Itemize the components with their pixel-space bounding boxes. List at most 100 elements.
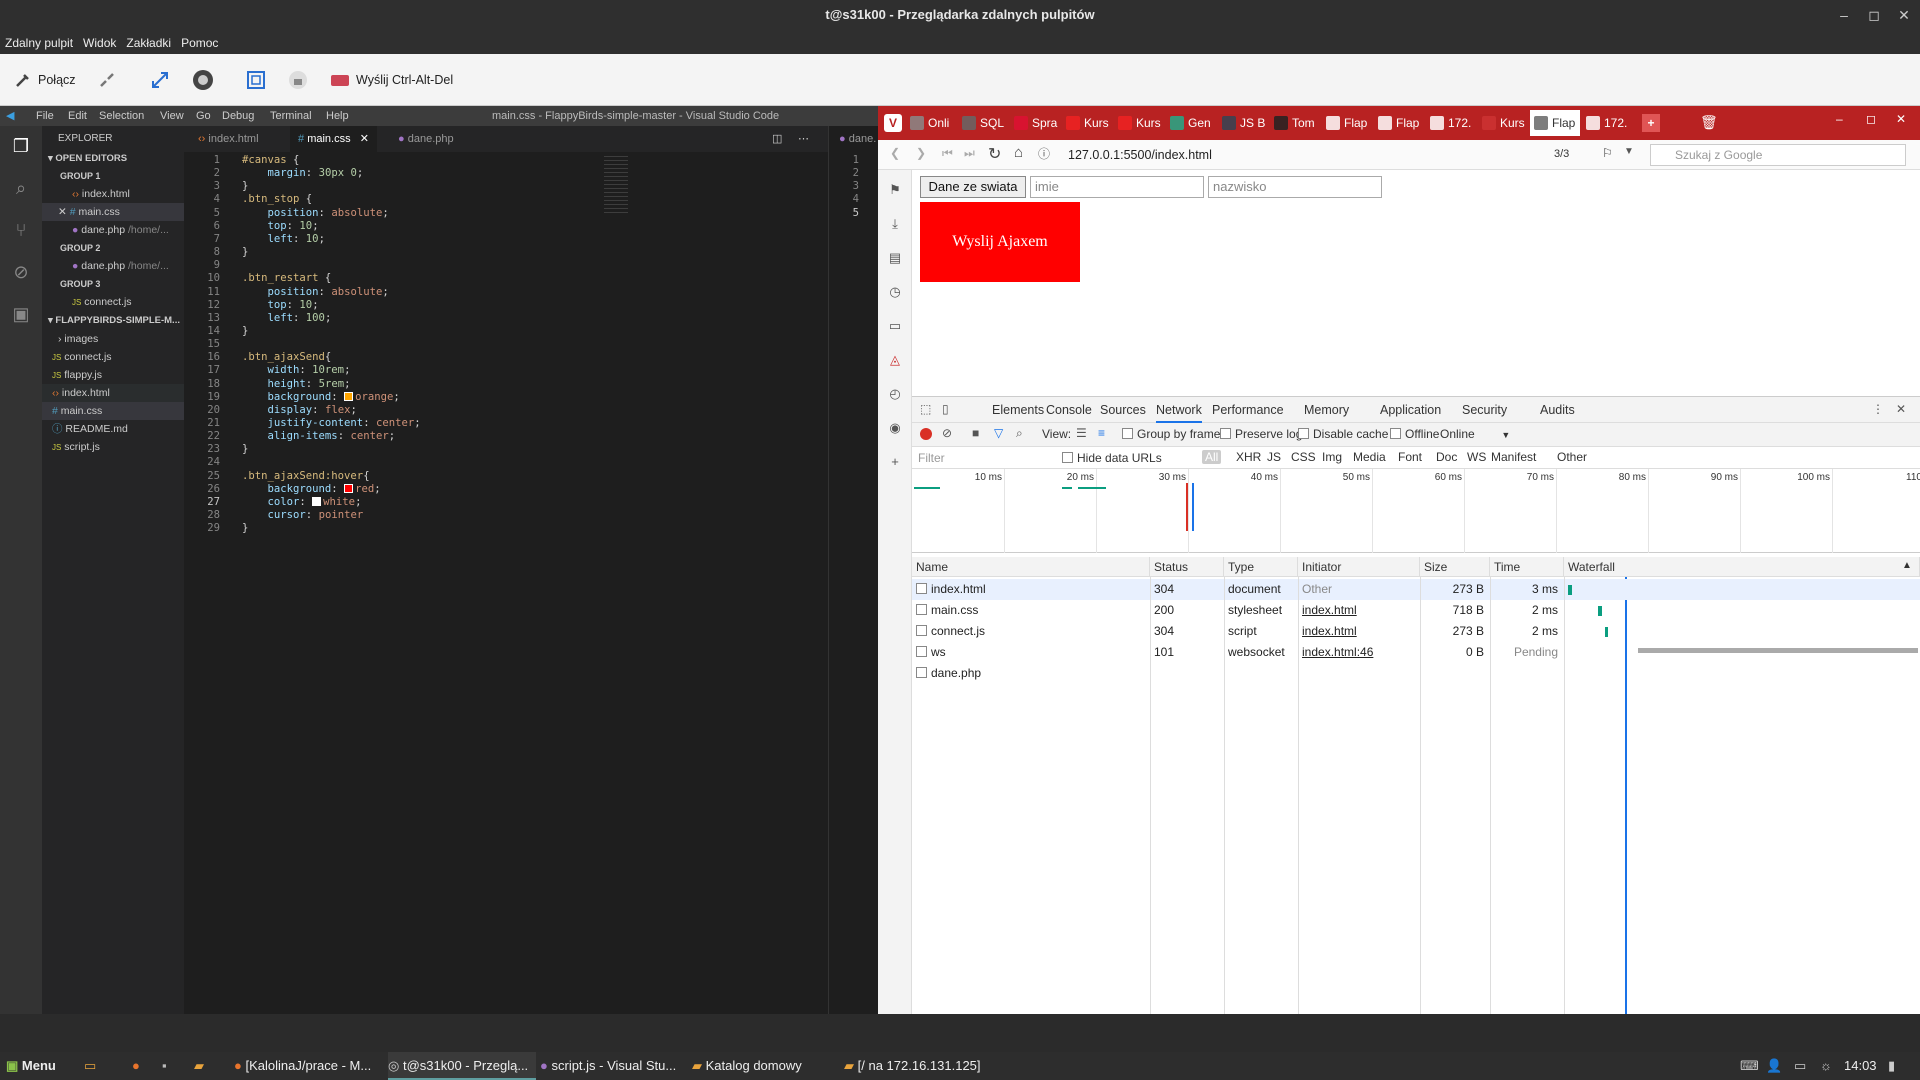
menu-remote-desktop[interactable]: Zdalny pulpit	[5, 36, 73, 50]
code-line[interactable]: position: absolute;	[242, 207, 389, 219]
column-header-size[interactable]: Size	[1420, 557, 1490, 577]
firefox-icon[interactable]: ●	[132, 1052, 140, 1080]
source-control-icon[interactable]: ⑂	[9, 218, 33, 242]
minimize-icon[interactable]: –	[1836, 112, 1843, 126]
filter-type-ws[interactable]: WS	[1464, 450, 1489, 464]
home-icon[interactable]: ⌂	[1014, 144, 1023, 161]
address-bar[interactable]: 127.0.0.1:5500/index.html	[1068, 144, 1523, 166]
browser-tab[interactable]: Flap	[1322, 110, 1372, 136]
code-line[interactable]: }	[242, 180, 248, 192]
close-icon[interactable]: ✕	[1889, 0, 1919, 30]
open-editors-section[interactable]: ▾ OPEN EDITORS	[42, 150, 184, 168]
filter-type-manifest[interactable]: Manifest	[1488, 450, 1539, 464]
browser-tab[interactable]: Spra	[1010, 110, 1060, 136]
taskbar-item[interactable]: ● [KalolinaJ/prace - M...	[234, 1052, 386, 1080]
taskbar-item[interactable]: ▰ Katalog domowy	[692, 1052, 840, 1080]
code-line[interactable]: .btn_stop {	[242, 193, 312, 205]
vs-menu-go[interactable]: Go	[196, 106, 211, 126]
brightness-tray-icon[interactable]: ☼	[1820, 1052, 1832, 1080]
imie-input[interactable]: imie	[1030, 176, 1204, 198]
terminal-icon[interactable]: ▪	[162, 1052, 167, 1080]
tab-elements[interactable]: Elements	[992, 397, 1044, 423]
record-button[interactable]	[192, 54, 214, 106]
browser-tab[interactable]: Tom	[1270, 110, 1320, 136]
vs-menu-file[interactable]: File	[36, 106, 54, 126]
files-icon[interactable]: ❐	[9, 134, 33, 158]
minimize-icon[interactable]: –	[1829, 0, 1859, 30]
search-input[interactable]: Szukaj z Google	[1650, 144, 1906, 166]
code-line[interactable]: cursor: pointer	[242, 509, 364, 521]
browser-tab[interactable]: SQL	[958, 110, 1008, 136]
file-item[interactable]: JS script.js	[42, 438, 184, 456]
split-editor-icon[interactable]: ◫	[764, 126, 790, 152]
dane-ze-swiata-button[interactable]: Dane ze swiata	[920, 176, 1026, 198]
offline-checkbox[interactable]: Offline	[1390, 427, 1439, 441]
bookmark-icon[interactable]: ⚐	[1602, 146, 1613, 160]
open-editor-item[interactable]: ‹› index.html	[42, 185, 184, 203]
filter-type-media[interactable]: Media	[1350, 450, 1389, 464]
filter-type-img[interactable]: Img	[1319, 450, 1345, 464]
file-item[interactable]: # main.css	[42, 402, 184, 420]
vs-menu-selection[interactable]: Selection	[99, 106, 144, 126]
browser-tab[interactable]: JS B	[1218, 110, 1268, 136]
column-header-type[interactable]: Type	[1224, 557, 1298, 577]
history-icon[interactable]: ◷	[886, 284, 904, 302]
maximize-icon[interactable]: ◻	[1866, 112, 1876, 126]
connect-button[interactable]: Połącz	[14, 54, 76, 106]
filter-type-font[interactable]: Font	[1395, 450, 1425, 464]
tab-application[interactable]: Application	[1380, 397, 1441, 423]
close-editor-icon[interactable]: ✕	[58, 206, 67, 218]
keyboard-tray-icon[interactable]: ⌨	[1740, 1052, 1759, 1080]
table-row[interactable]: main.css 200 stylesheet index.html 718 B 2 ms	[912, 600, 1920, 621]
bookmarks-panel-icon[interactable]: ⚑	[886, 182, 904, 200]
vivaldi-logo-icon[interactable]: V	[884, 114, 902, 132]
fullscreen-button[interactable]	[150, 54, 170, 106]
code-line[interactable]: left: 10;	[242, 233, 325, 245]
column-header-waterfall[interactable]: Waterfall	[1564, 557, 1920, 577]
minimap[interactable]	[604, 156, 628, 216]
device-toolbar-icon[interactable]: ▯	[942, 402, 949, 416]
cell-text[interactable]: index.html	[1302, 624, 1357, 638]
code-line[interactable]: }	[242, 246, 248, 258]
tab-index-html[interactable]: ‹› index.html	[190, 126, 267, 152]
vs-menu-debug[interactable]: Debug	[222, 106, 254, 126]
file-item[interactable]: JS flappy.js	[42, 366, 184, 384]
disconnect-button[interactable]	[98, 54, 116, 106]
add-panel-icon[interactable]: +	[886, 454, 904, 472]
table-row[interactable]: connect.js 304 script index.html 273 B 2 ms	[912, 621, 1920, 642]
menu-view[interactable]: Widok	[83, 36, 116, 50]
tab-dane-php[interactable]: ● dane.php	[390, 126, 462, 152]
code-line[interactable]: #canvas {	[242, 154, 299, 166]
notes-icon[interactable]: ▤	[886, 250, 904, 268]
code-line[interactable]: width: 10rem;	[242, 364, 351, 376]
taskbar-item[interactable]: ● script.js - Visual Stu...	[540, 1052, 690, 1080]
hide-data-urls-checkbox[interactable]: Hide data URLs	[1062, 451, 1162, 465]
site-info-icon[interactable]: ⓘ	[1038, 145, 1050, 162]
column-header-name[interactable]: Name	[912, 557, 1150, 577]
more-options-icon[interactable]: ⋮	[1872, 402, 1884, 416]
nazwisko-input[interactable]: nazwisko	[1208, 176, 1382, 198]
column-header-time[interactable]: Time	[1490, 557, 1564, 577]
cell-text[interactable]: index.html	[1302, 603, 1357, 617]
taskbar-item-active[interactable]: ◎ t@s31k00 - Przeglą...	[388, 1052, 536, 1080]
group-by-frame-checkbox[interactable]: Group by frame	[1122, 427, 1220, 441]
code-line[interactable]: display: flex;	[242, 404, 357, 416]
file-item[interactable]: JS connect.js	[42, 348, 184, 366]
file-item[interactable]: ‹› index.html	[42, 384, 184, 402]
code-line[interactable]: height: 5rem;	[242, 378, 351, 390]
web-panel-icon[interactable]: ◬	[886, 352, 904, 370]
waterfall-view-icon[interactable]: ≡	[1098, 426, 1105, 440]
taskbar-item[interactable]: ▰ [/ na 172.16.131.125]	[844, 1052, 996, 1080]
code-line[interactable]: top: 10;	[242, 220, 319, 232]
tab-console[interactable]: Console	[1046, 397, 1092, 423]
filter-input[interactable]: Filter	[914, 449, 1054, 467]
code-line[interactable]: background: red;	[242, 483, 381, 495]
code-editor[interactable]: 1 #canvas {2 margin: 30px 0; 3} 4 .btn_stop …	[184, 154, 804, 1014]
web-panel-icon[interactable]: ◉	[886, 420, 904, 438]
project-section[interactable]: ▾ FLAPPYBIRDS-SIMPLE-M...	[42, 312, 184, 330]
folder-item[interactable]: › images	[42, 330, 184, 348]
open-editor-item[interactable]: ● dane.php /home/...	[42, 221, 184, 239]
window-panel-icon[interactable]: ▭	[886, 318, 904, 336]
vs-menu-terminal[interactable]: Terminal	[270, 106, 312, 126]
column-header-status[interactable]: Status	[1150, 557, 1224, 577]
